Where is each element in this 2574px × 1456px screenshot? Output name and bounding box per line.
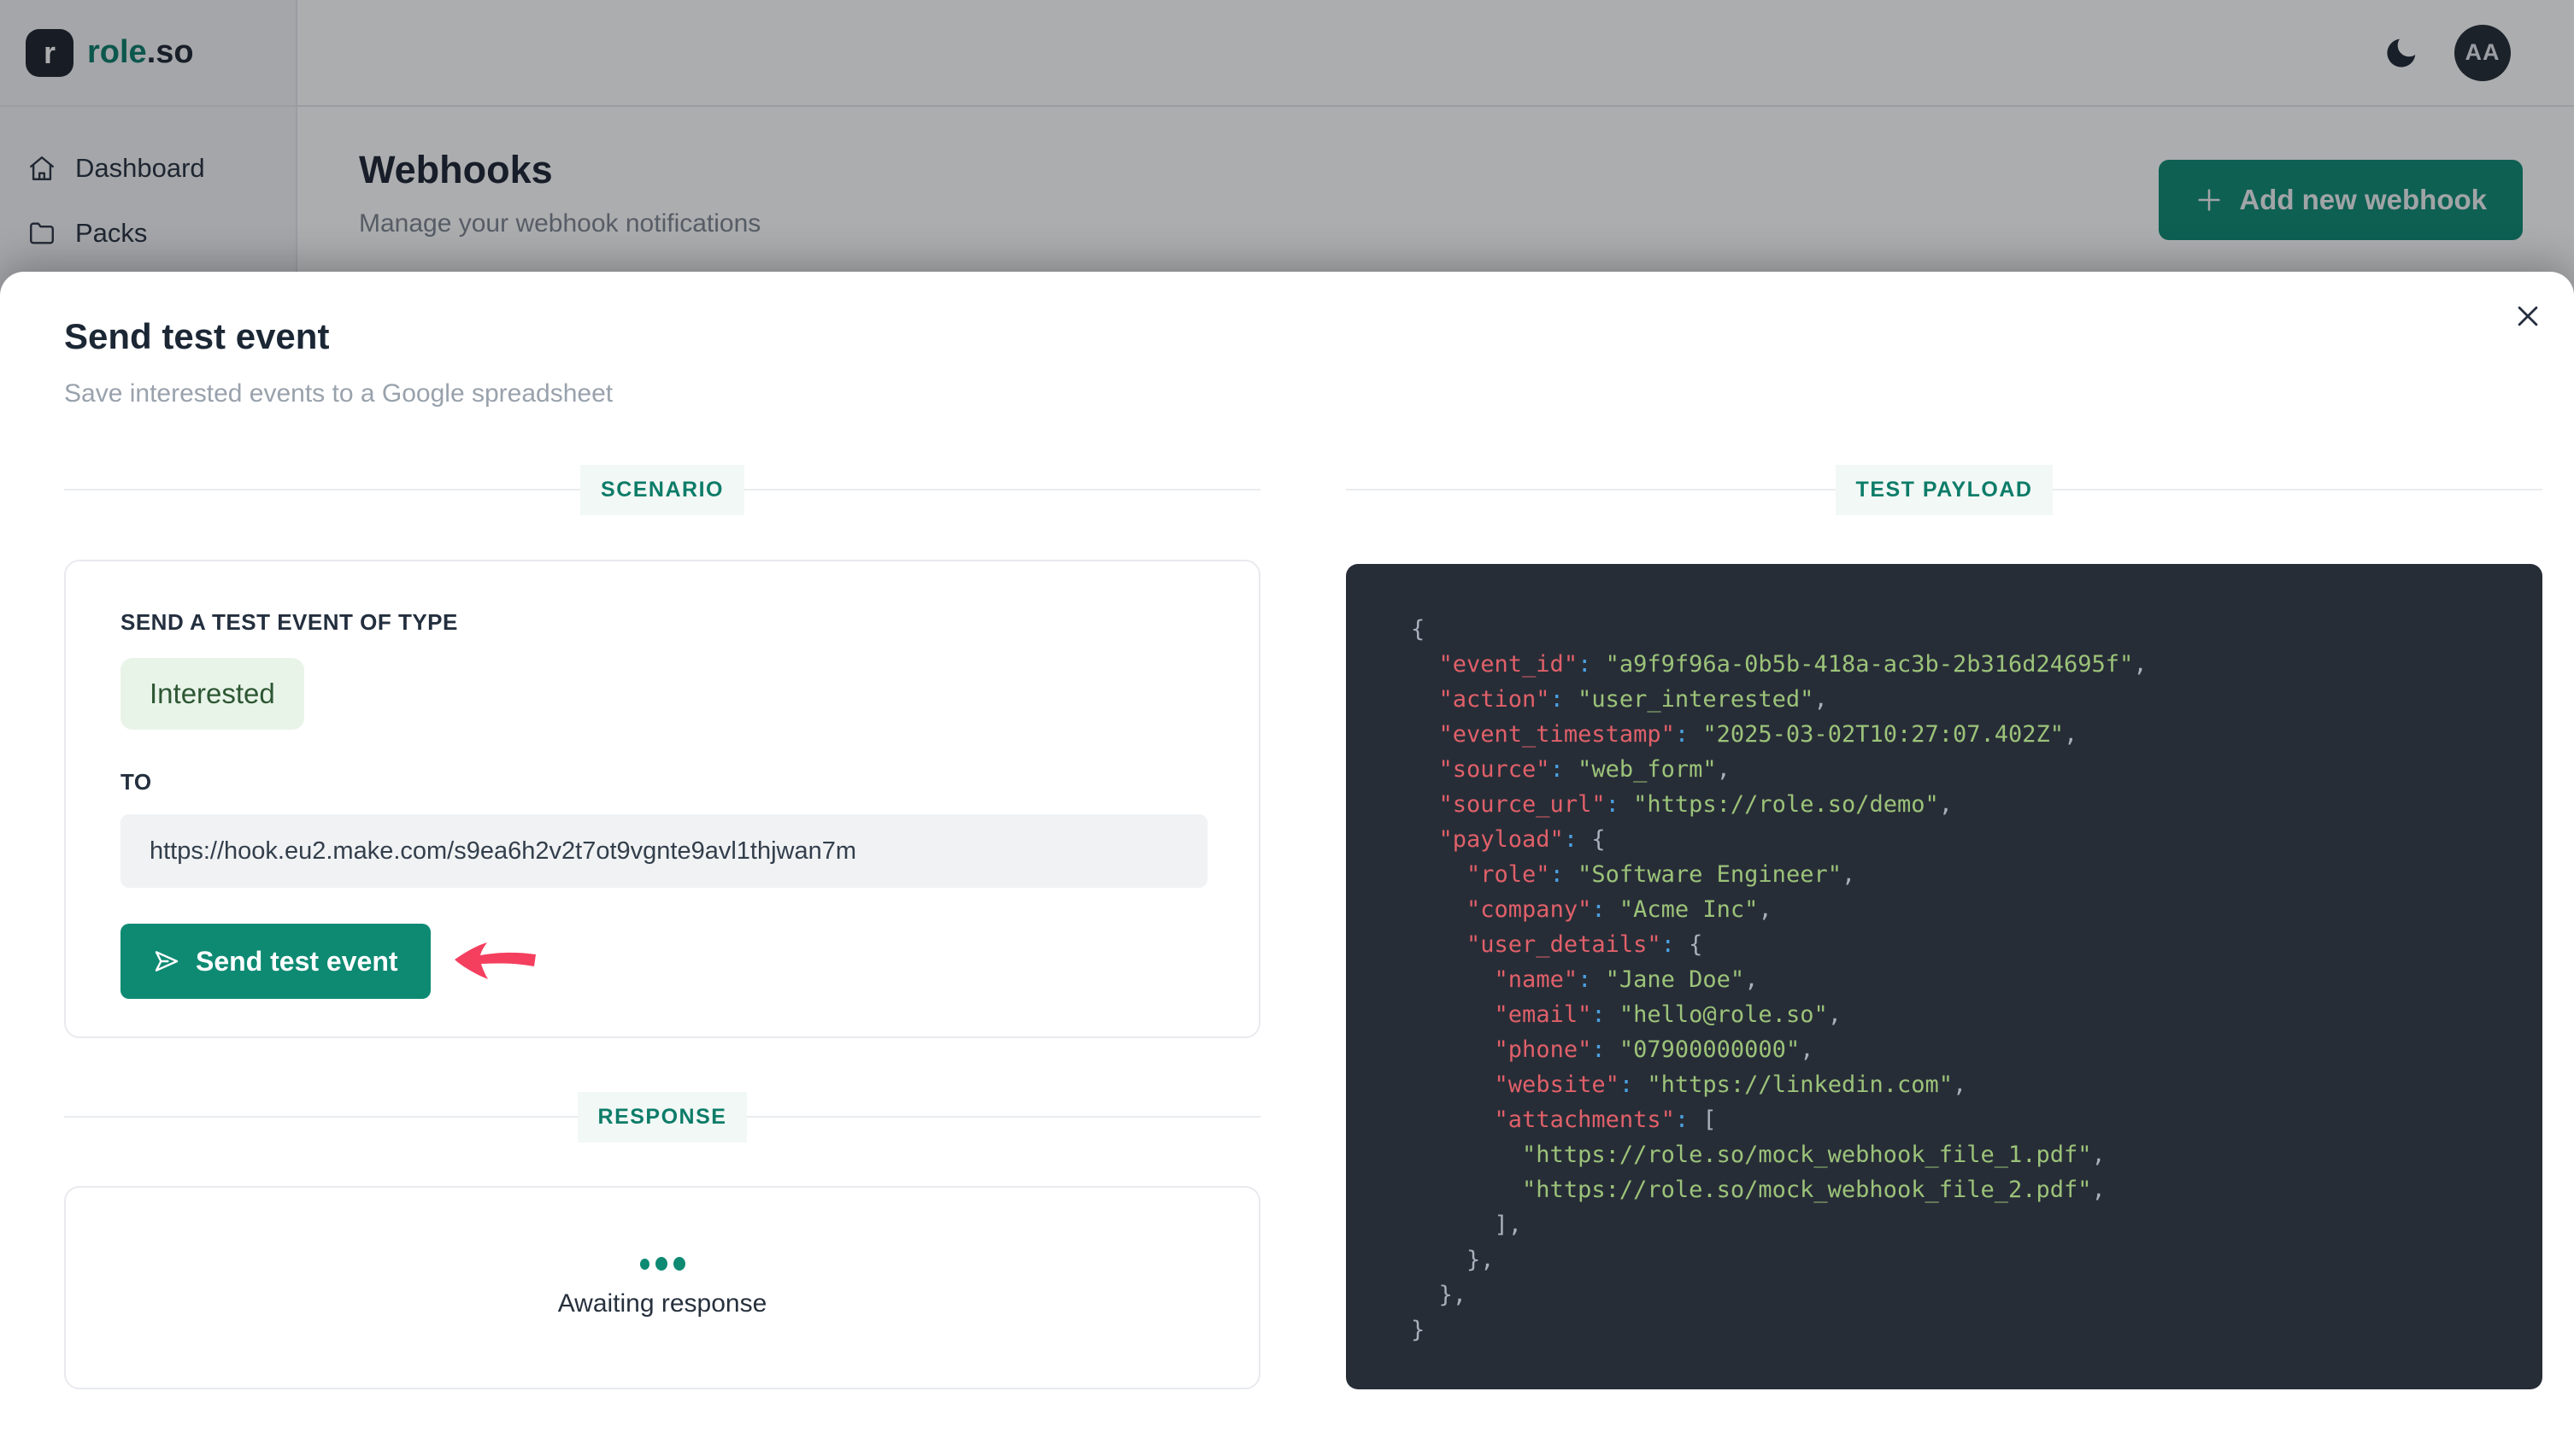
code-line: "event_id": "a9f9f96a-0b5b-418a-ac3b-2b3… <box>1411 647 2508 682</box>
event-type-label: SEND A TEST EVENT OF TYPE <box>120 609 1204 636</box>
test-payload-code-block: { "event_id": "a9f9f96a-0b5b-418a-ac3b-2… <box>1346 564 2542 1389</box>
code-line: "role": "Software Engineer", <box>1411 857 2508 892</box>
to-label: TO <box>120 769 1204 796</box>
code-line: } <box>1411 1312 2508 1347</box>
code-line: "attachments": [ <box>1411 1102 2508 1137</box>
code-line: "name": "Jane Doe", <box>1411 962 2508 997</box>
code-line: "source_url": "https://role.so/demo", <box>1411 787 2508 822</box>
code-line: }, <box>1411 1242 2508 1277</box>
code-line: "phone": "07900000000", <box>1411 1032 2508 1067</box>
scenario-card: SEND A TEST EVENT OF TYPE Interested TO … <box>64 560 1261 1038</box>
response-divider: RESPONSE <box>64 1092 1261 1142</box>
scenario-section-label: SCENARIO <box>580 465 744 515</box>
send-plane-icon <box>153 948 180 975</box>
scenario-column: SCENARIO SEND A TEST EVENT OF TYPE Inter… <box>64 272 1261 1456</box>
webhook-url-input[interactable] <box>120 814 1208 888</box>
code-line: "website": "https://linkedin.com", <box>1411 1067 2508 1102</box>
payload-column: TEST PAYLOAD { "event_id": "a9f9f96a-0b5… <box>1346 272 2542 1456</box>
awaiting-response-text: Awaiting response <box>558 1289 767 1318</box>
payload-divider: TEST PAYLOAD <box>1346 465 2542 514</box>
send-row: Send test event <box>120 924 1204 999</box>
code-line: "company": "Acme Inc", <box>1411 892 2508 927</box>
code-line: "https://role.so/mock_webhook_file_2.pdf… <box>1411 1172 2508 1207</box>
send-test-event-modal: Send test event Save interested events t… <box>0 272 2574 1456</box>
payload-section-label: TEST PAYLOAD <box>1836 465 2054 515</box>
code-line: "user_details": { <box>1411 927 2508 962</box>
event-type-badge[interactable]: Interested <box>120 658 304 730</box>
response-card: Awaiting response <box>64 1186 1261 1389</box>
code-line: "payload": { <box>1411 822 2508 857</box>
code-line: { <box>1411 612 2508 647</box>
code-line: ], <box>1411 1207 2508 1242</box>
send-test-event-label: Send test event <box>196 946 398 978</box>
response-section-label: RESPONSE <box>578 1092 748 1142</box>
code-line: "event_timestamp": "2025-03-02T10:27:07.… <box>1411 717 2508 752</box>
code-line: }, <box>1411 1277 2508 1312</box>
send-test-event-button[interactable]: Send test event <box>120 924 431 999</box>
scenario-divider: SCENARIO <box>64 465 1261 514</box>
code-line: "action": "user_interested", <box>1411 682 2508 717</box>
loading-dots-icon <box>640 1257 685 1271</box>
code-line: "email": "hello@role.so", <box>1411 997 2508 1032</box>
code-line: "https://role.so/mock_webhook_file_1.pdf… <box>1411 1137 2508 1172</box>
code-line: "source": "web_form", <box>1411 752 2508 787</box>
red-arrow-left-icon <box>453 941 538 982</box>
